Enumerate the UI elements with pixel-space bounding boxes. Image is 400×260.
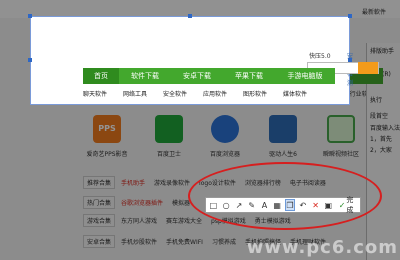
undo-icon[interactable]: ↶: [297, 199, 308, 211]
arrow-icon[interactable]: ↗: [234, 199, 245, 211]
copy-icon[interactable]: ❐: [284, 199, 296, 211]
done-label: 完成: [346, 196, 354, 214]
watermark: www.pc6.com: [246, 237, 398, 258]
subnav-network[interactable]: 网络工具: [123, 88, 163, 102]
subnav-chat[interactable]: 聊天软件: [83, 88, 123, 102]
close-icon[interactable]: ✕: [310, 199, 321, 211]
subnav-media[interactable]: 媒体软件: [283, 88, 323, 102]
subnav-security[interactable]: 安全软件: [163, 88, 203, 102]
nav-home[interactable]: 首页: [83, 68, 119, 84]
search-button[interactable]: [358, 62, 378, 74]
selection-nav: 首页 软件下载 安卓下载 苹果下载 手游电脑版: [83, 68, 335, 84]
text-icon[interactable]: A: [259, 199, 270, 211]
kuaiya-link[interactable]: 快压5.0: [309, 51, 331, 60]
nav-android[interactable]: 安卓下载: [171, 68, 223, 84]
screenshot-toolbar: □ ○ ↗ ✎ A ▦ ❐ ↶ ✕ ▣ ✓ 完成: [205, 195, 361, 215]
check-icon: ✓: [338, 200, 346, 210]
nav-apple[interactable]: 苹果下载: [223, 68, 275, 84]
selection-subnav: 聊天软件 网络工具 安全软件 应用软件 图形软件 媒体软件: [83, 88, 345, 102]
resize-handle[interactable]: [348, 14, 352, 18]
nav-software[interactable]: 软件下载: [119, 68, 171, 84]
ellipse-icon[interactable]: ○: [221, 199, 232, 211]
resize-handle[interactable]: [28, 14, 32, 18]
mosaic-icon[interactable]: ▦: [272, 199, 283, 211]
brush-icon[interactable]: ✎: [246, 199, 257, 211]
resize-handle[interactable]: [28, 58, 32, 62]
subnav-apps[interactable]: 应用软件: [203, 88, 243, 102]
done-button[interactable]: ✓ 完成: [339, 195, 360, 215]
save-icon[interactable]: ▣: [323, 199, 334, 211]
rectangle-icon[interactable]: □: [208, 199, 219, 211]
resize-handle[interactable]: [188, 14, 192, 18]
capture-selection[interactable]: 快压5.0 安全检测 首页 软件下载 安卓下载 苹果下载 手游电脑版 聊天软件 …: [28, 14, 379, 105]
nav-mobile-game[interactable]: 手游电脑版: [275, 68, 335, 84]
subnav-graphics[interactable]: 图形软件: [243, 88, 283, 102]
